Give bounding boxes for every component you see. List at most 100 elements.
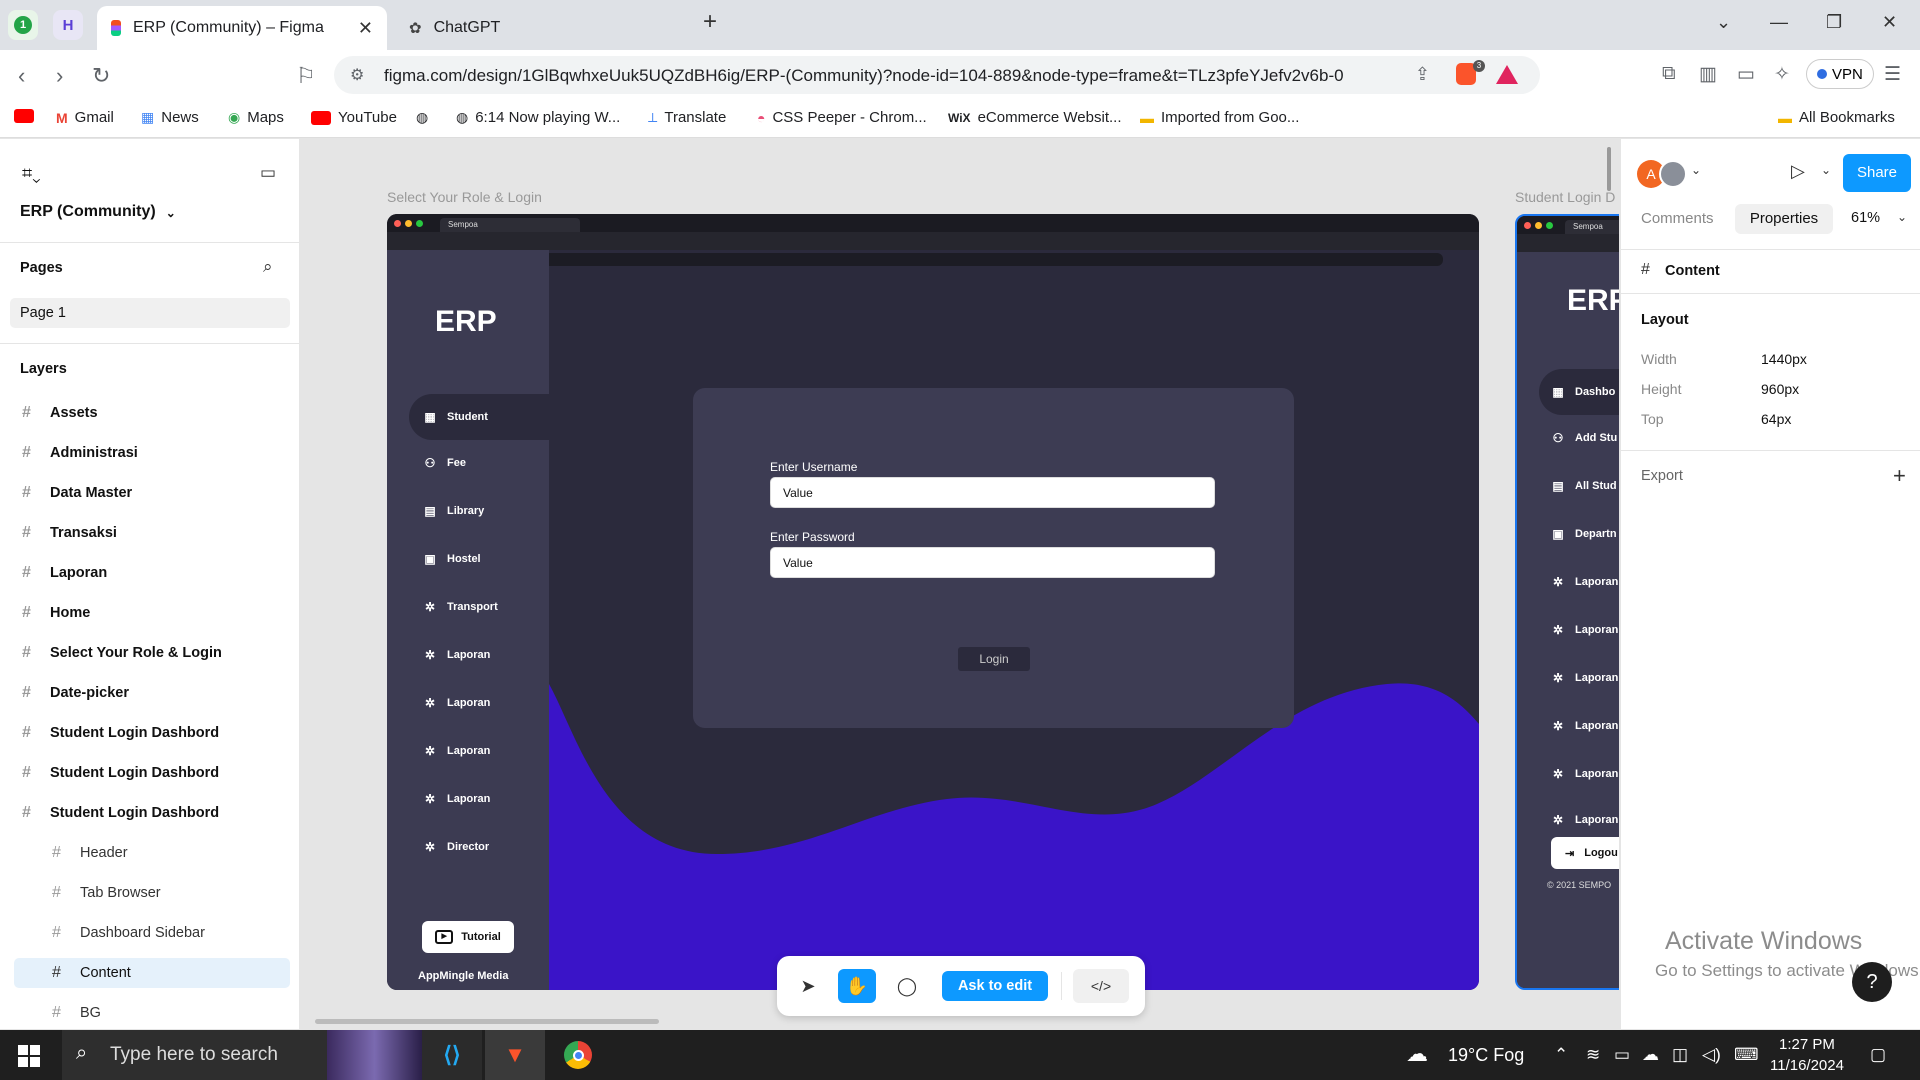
bookmark-news[interactable]: ▦ News — [141, 109, 199, 126]
chevron-down-icon[interactable]: ⌄ — [1821, 163, 1831, 177]
leo-ai-icon[interactable]: ✧ — [1774, 63, 1790, 86]
reload-icon[interactable]: ↻ — [92, 63, 110, 89]
share-page-icon[interactable]: ⇪ — [1415, 64, 1430, 85]
bookmark-youtube[interactable]: YouTube — [311, 109, 397, 126]
profile-icon[interactable]: 1 — [8, 10, 38, 40]
bookmark-css-peeper[interactable]: ◓ CSS Peeper - Chrom... — [757, 109, 927, 126]
dev-mode-toggle[interactable]: </> — [1073, 969, 1129, 1003]
tray-chevron-icon[interactable]: ⌃ — [1554, 1045, 1568, 1065]
layer-item-child[interactable]: # BG — [52, 1004, 101, 1022]
page-item[interactable]: Page 1 — [10, 298, 290, 328]
tab-comments[interactable]: Comments — [1641, 210, 1714, 227]
tab-search-icon[interactable]: ⌄ — [1716, 12, 1731, 33]
frame-label[interactable]: Select Your Role & Login — [387, 189, 542, 205]
site-info-icon[interactable]: ⚙ — [350, 65, 364, 85]
workspace-icon[interactable]: H — [53, 10, 83, 40]
help-button[interactable]: ? — [1852, 962, 1892, 1002]
bookmark-ecommerce[interactable]: WiX eCommerce Websit... — [948, 109, 1122, 126]
hand-tool-icon[interactable]: ✋ — [838, 969, 876, 1003]
layer-item-child[interactable]: # Tab Browser — [52, 884, 161, 902]
avatar-photo[interactable] — [1659, 160, 1687, 188]
comment-tool-icon[interactable]: ◯ — [888, 969, 926, 1003]
url-field[interactable]: ⚙ figma.com/design/1GlBqwhxeUuk5UQZdBH6i… — [334, 56, 1540, 94]
bookmark-icon[interactable]: ⚐ — [296, 63, 316, 89]
layer-item[interactable]: # Student Login Dashbord — [22, 724, 219, 742]
layer-item[interactable]: # Data Master — [22, 484, 132, 502]
layer-item-child[interactable]: # Header — [52, 844, 128, 862]
layer-item[interactable]: # Student Login Dashbord — [22, 804, 219, 822]
vscode-icon[interactable]: ⟨⟩ — [422, 1030, 482, 1080]
layer-item[interactable]: # Administrasi — [22, 444, 138, 462]
windows-start-icon[interactable] — [18, 1045, 40, 1067]
bookmark-imported[interactable]: ▬ Imported from Goo... — [1140, 109, 1299, 126]
bookmark-translate[interactable]: ⟂ Translate — [648, 109, 726, 126]
chevron-down-icon[interactable]: ⌄ — [1691, 163, 1701, 177]
bookmark-gmail[interactable]: M Gmail — [56, 109, 114, 126]
frame-select-role-login[interactable]: Sempoa https://sempoa.id ERP ▦Student ⚇F… — [387, 214, 1479, 990]
figma-menu-icon[interactable]: ⌗⌄ — [22, 163, 41, 184]
vpn-button[interactable]: VPN — [1806, 59, 1874, 89]
wallet-icon[interactable]: ▭ — [1737, 63, 1755, 86]
chrome-icon[interactable] — [548, 1030, 608, 1080]
panel-toggle-icon[interactable]: ▭ — [260, 163, 276, 183]
meet-icon[interactable]: ◫ — [1672, 1045, 1688, 1065]
forward-icon[interactable]: › — [56, 63, 63, 89]
layer-item[interactable]: # Student Login Dashbord — [22, 764, 219, 782]
layer-item[interactable]: # Home — [22, 604, 90, 622]
clock[interactable]: 1:27 PM 11/16/2024 — [1770, 1034, 1844, 1076]
move-tool-icon[interactable]: ➤ — [789, 969, 827, 1003]
layer-item[interactable]: # Date-picker — [22, 684, 129, 702]
bookmark-youtube-icon[interactable] — [14, 109, 34, 123]
bookmark-globe-icon[interactable]: ◍ — [416, 109, 428, 126]
zoom-level[interactable]: 61% — [1851, 210, 1880, 226]
close-icon[interactable]: ✕ — [358, 18, 373, 39]
search-icon[interactable]: ⌕ — [263, 257, 273, 277]
brave-rewards-icon[interactable] — [1496, 65, 1518, 84]
notifications-icon[interactable]: ▢ — [1870, 1045, 1886, 1065]
weather-text[interactable]: 19°C Fog — [1448, 1045, 1524, 1066]
all-bookmarks[interactable]: ▬ All Bookmarks — [1778, 109, 1895, 126]
chevron-down-icon[interactable]: ⌄ — [1897, 210, 1907, 224]
new-tab-icon[interactable]: + — [703, 8, 717, 36]
brave-icon[interactable]: ▼ — [485, 1030, 545, 1080]
layer-item[interactable]: # Assets — [22, 404, 98, 422]
figma-canvas[interactable]: Select Your Role & Login Student Login D… — [301, 139, 1619, 1029]
taskbar-search[interactable]: ⌕ Type here to search — [62, 1030, 422, 1080]
battery-icon[interactable]: ▭ — [1614, 1045, 1630, 1065]
present-icon[interactable]: ▷ — [1791, 161, 1805, 182]
menu-icon[interactable]: ☰ — [1884, 63, 1901, 86]
gear-icon: ✲ — [424, 696, 436, 710]
weather-icon[interactable]: ☁ — [1406, 1041, 1428, 1067]
close-window-icon[interactable]: ✕ — [1882, 12, 1897, 33]
add-export-icon[interactable]: + — [1893, 463, 1906, 489]
frame-label[interactable]: Student Login D — [1515, 189, 1615, 205]
layer-item-child[interactable]: # Dashboard Sidebar — [52, 924, 205, 942]
horizontal-scrollbar[interactable] — [315, 1019, 659, 1024]
tab-properties[interactable]: Properties — [1735, 204, 1833, 234]
extensions-icon[interactable]: ⧉ — [1662, 63, 1676, 85]
bookmark-now-playing[interactable]: ◍ 6:14 Now playing W... — [456, 109, 620, 126]
layer-item[interactable]: # Transaksi — [22, 524, 117, 542]
tab-chatgpt[interactable]: ✿ ChatGPT — [395, 6, 685, 50]
tab-figma[interactable]: ERP (Community) – Figma ✕ — [97, 6, 387, 50]
ask-to-edit-button[interactable]: Ask to edit — [942, 971, 1048, 1001]
share-button[interactable]: Share — [1843, 154, 1911, 192]
vertical-scrollbar[interactable] — [1607, 147, 1611, 191]
bookmark-maps[interactable]: ◉ Maps — [228, 109, 284, 126]
layer-item-child-selected[interactable]: # Content — [52, 964, 131, 982]
chatgpt-icon: ✿ — [409, 20, 422, 37]
network-icon[interactable]: ≋ — [1586, 1045, 1600, 1065]
file-name[interactable]: ERP (Community) ⌄ — [20, 203, 176, 223]
layer-item[interactable]: # Select Your Role & Login — [22, 644, 222, 662]
layer-item[interactable]: # Laporan — [22, 564, 107, 582]
keyboard-icon[interactable]: ⌨ — [1734, 1045, 1759, 1065]
maximize-icon[interactable]: ❐ — [1826, 12, 1842, 33]
volume-icon[interactable]: ◁) — [1702, 1045, 1721, 1065]
minimize-icon[interactable]: — — [1770, 12, 1788, 33]
onedrive-icon[interactable]: ☁ — [1642, 1045, 1659, 1065]
back-icon[interactable]: ‹ — [18, 63, 25, 89]
time: 1:27 PM — [1779, 1036, 1835, 1053]
properties-panel: A ⌄ ▷ ⌄ Share Comments Properties 61% ⌄ … — [1620, 139, 1920, 1029]
frame-student-login-dashboard[interactable]: Sempoa ERP ▦Dashbo ⚇Add Stu ▤All Stud ▣D… — [1515, 214, 1619, 990]
sidebar-toggle-icon[interactable]: ▥ — [1699, 63, 1717, 86]
